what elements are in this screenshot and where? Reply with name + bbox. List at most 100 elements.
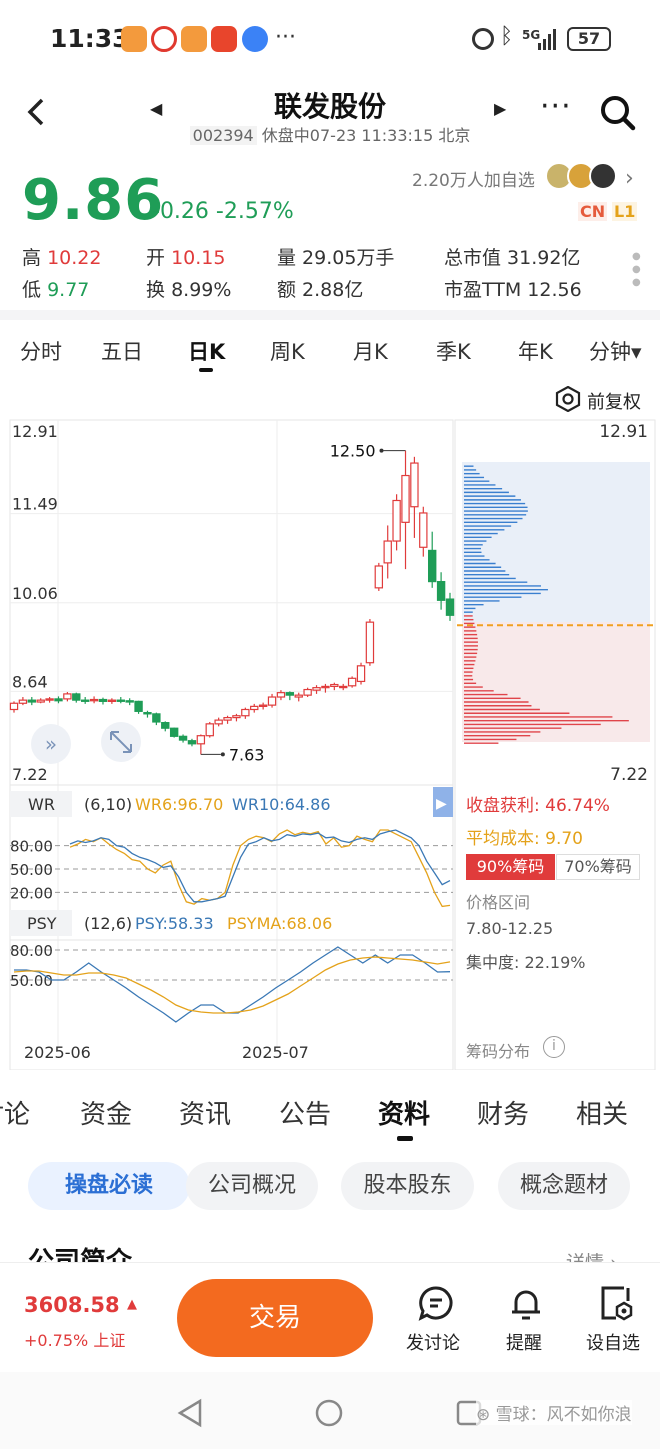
pill-shareholders[interactable]: 股本股东 [341,1162,474,1210]
open-stat: 开 10.15 [146,243,225,270]
discuss-icon[interactable] [418,1285,454,1321]
chevron-right-icon[interactable]: › [625,166,634,191]
search-icon[interactable] [598,93,638,133]
bottom-bar: 3608.58 ▲ +0.75% 上证 交易 发讨论 提醒 设自选 [0,1262,660,1372]
section-tabs: 讨论 资金 资讯 公告 资料 财务 相关 [0,1080,660,1141]
tab-five-day[interactable]: 五日 [101,336,143,366]
price-range-label: 价格区间 [466,893,531,912]
tab-monthly-k[interactable]: 月K [353,336,388,366]
candle-body [445,598,455,616]
tab-weekly-k[interactable]: 周K [270,336,305,366]
wr6-value: WR6:96.70 [135,795,223,814]
psy-name: PSY [27,914,57,933]
tab-intraday[interactable]: 分时 [20,336,62,366]
tab-discussion[interactable]: 讨论 [0,1094,30,1131]
value: 8.99% [171,279,232,301]
chip-y-tick-label: 7.22 [610,765,648,785]
adjust-icon[interactable] [555,386,581,412]
label: 开 [146,247,166,269]
follower-avatars[interactable] [545,162,620,192]
alarm-icon [472,28,494,50]
signal-bars-icon [538,29,556,50]
bell-icon[interactable] [508,1285,544,1321]
candle-body [169,727,179,737]
candle-body [178,735,188,741]
badge-cn: CN [578,202,608,221]
watchlist-label[interactable]: 设自选 [586,1329,640,1355]
candle-body [312,687,321,691]
alert-label[interactable]: 提醒 [506,1329,542,1355]
clock: 11:33 [50,24,130,53]
tab-financials[interactable]: 财务 [477,1094,529,1131]
candle-body [276,692,286,698]
price-change: -0.26 -2.57% [152,199,294,224]
candle-body [45,698,54,701]
candle-body [347,677,357,687]
tab-funds[interactable]: 资金 [80,1094,132,1131]
chip-70-button[interactable]: 70%筹码 [556,854,640,880]
chip-90-button[interactable]: 90%筹码 [466,854,555,880]
candle-body [63,693,72,700]
price-range-value: 7.80-12.25 [466,919,554,938]
info-icon[interactable]: i [543,1036,565,1058]
pill-concepts[interactable]: 概念题材 [498,1162,630,1210]
tab-yearly-k[interactable]: 年K [518,336,553,366]
app-notification-icon [121,26,147,52]
period-tabs: 分时 五日 日K 周K 月K 季K 年K 分钟▾ [0,320,660,380]
add-watchlist-icon[interactable] [598,1285,634,1321]
wr10-line [69,829,451,903]
candle-body [80,699,90,702]
candle-body [410,462,419,508]
tab-profile[interactable]: 资料 [378,1094,430,1131]
tab-related[interactable]: 相关 [576,1094,628,1131]
snowball-logo-icon: ⊛ [476,1405,496,1425]
psyma-value: PSYMA:68.06 [227,914,332,933]
expand-dots-icon[interactable]: ● ● ● [632,250,641,290]
candle-body [258,704,268,707]
y-tick-label: 7.22 [12,765,48,784]
detail-link[interactable]: 详情 › [566,1248,618,1262]
candle-body [72,693,81,701]
more-notifications-icon: ··· [275,25,296,50]
active-tab-indicator [199,368,213,372]
amount-stat: 额 2.88亿 [277,279,364,301]
discuss-label[interactable]: 发讨论 [406,1329,460,1355]
pill-company-overview[interactable]: 公司概况 [186,1162,318,1210]
divider [0,310,660,320]
tab-news[interactable]: 资讯 [179,1094,231,1131]
play-icon: ▶ [436,796,447,812]
volume-stat: 量 29.05万手 [277,247,395,269]
candle-body [303,688,312,696]
candle-body [250,705,259,711]
wr6-line [69,829,451,908]
wr-level-label: 80.00 [10,838,53,856]
trade-button[interactable]: 交易 [177,1279,373,1357]
candle-body [134,700,143,712]
candle-body [214,719,223,725]
nav-home-icon[interactable] [314,1398,344,1428]
chip-y-tick-label: 12.91 [599,422,648,442]
index-change[interactable]: +0.75% 上证 [24,1327,125,1351]
wr-level-label: 20.00 [10,884,53,902]
tab-announcements[interactable]: 公告 [279,1094,331,1131]
pill-trading-guide[interactable]: 操盘必读 [28,1162,190,1210]
candle-body [285,692,295,696]
nav-back-icon[interactable] [176,1398,204,1428]
turnover-stat: 换 8.99% [146,275,231,302]
candle-body [9,702,19,711]
candle-body [436,580,446,601]
candle-body [107,699,117,702]
candle-body [125,700,134,703]
next-stock-icon[interactable]: ▶ [494,99,506,118]
more-icon[interactable]: ··· [540,89,572,124]
candle-body [294,694,303,698]
index-value[interactable]: 3608.58 ▲ [24,1293,137,1317]
tab-daily-k[interactable]: 日K [188,336,225,366]
candle-body [356,665,366,683]
candle-body [428,549,437,583]
wr10-value: WR10:64.86 [232,795,331,814]
tab-quarterly-k[interactable]: 季K [436,336,471,366]
followers-count[interactable]: 2.20万人加自选 [412,166,535,191]
tab-minute[interactable]: 分钟▾ [589,336,642,366]
watermark-text: 雪球：风不如你浪 [495,1405,632,1425]
